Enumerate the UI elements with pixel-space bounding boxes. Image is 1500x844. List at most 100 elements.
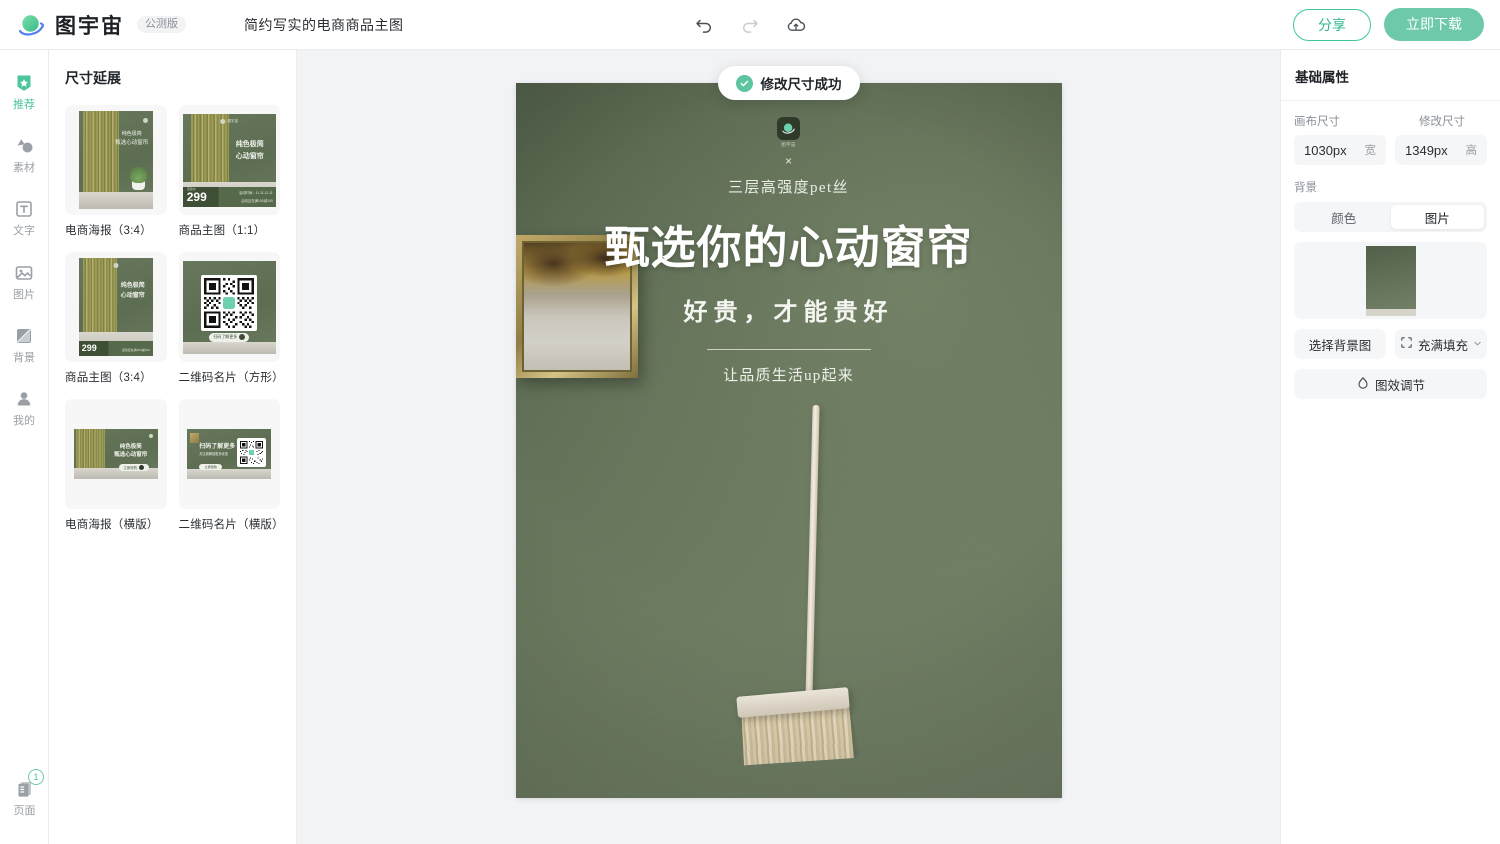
artboard-subtitle-mid[interactable]: 好贵，才能贵好 bbox=[516, 292, 1062, 327]
artboard-divider bbox=[706, 349, 871, 350]
thumb-price: 299 bbox=[81, 343, 97, 353]
pages-nav[interactable]: 1 页面 bbox=[0, 768, 49, 818]
thumb-promo: 活动且在满100减100 bbox=[241, 198, 273, 203]
fill-mode-dropdown[interactable]: 充满填充 bbox=[1395, 329, 1487, 359]
width-input[interactable]: 1030px 宽 bbox=[1294, 135, 1386, 165]
artboard-logo-badge bbox=[777, 117, 800, 140]
thumbnail-art: 扫码了解更多 关注我解锁更多优惠 立即抢购 bbox=[187, 429, 272, 479]
left-nav-rail: 推荐 素材 文字 图片 背景 我的 1 页面 bbox=[0, 50, 49, 844]
tab-color[interactable]: 颜色 bbox=[1297, 205, 1391, 229]
thumbnail-art: 扫码了解更多 bbox=[182, 260, 276, 354]
cloud-upload-icon[interactable] bbox=[785, 14, 807, 36]
user-icon bbox=[13, 388, 35, 410]
qr-code bbox=[237, 438, 267, 467]
background-actions: 选择背景图 充满填充 bbox=[1294, 329, 1487, 359]
sidebar-item-image[interactable]: 图片 bbox=[0, 262, 49, 302]
modify-size-label: 修改尺寸 bbox=[1419, 116, 1465, 128]
thumbnail-product-portrait[interactable]: 纯色极简 心动窗帘 299 活动且在满100减100 商品主图（3:4） bbox=[65, 252, 167, 385]
thumb-time: 活动时间：11.11-11.11 bbox=[238, 190, 273, 195]
share-button[interactable]: 分享 bbox=[1293, 8, 1371, 41]
choose-background-label: 选择背景图 bbox=[1308, 338, 1372, 353]
sidebar-item-background[interactable]: 背景 bbox=[0, 325, 49, 365]
height-value: 1349px bbox=[1405, 142, 1448, 158]
thumb-text-line1: 纯色极简 bbox=[120, 283, 145, 289]
sidebar-item-text[interactable]: 文字 bbox=[0, 198, 49, 238]
sidebar-item-recommend[interactable]: 推荐 bbox=[0, 72, 49, 112]
artboard-subtitle-bottom[interactable]: 让品质生活up起来 bbox=[516, 364, 1062, 385]
sidebar-item-label: 我的 bbox=[13, 414, 35, 427]
thumbnail-qr-square[interactable]: 扫码了解更多 二维码名片（方形） bbox=[178, 252, 284, 385]
artboard-cross: × bbox=[784, 154, 792, 168]
thumbnail-product-square[interactable]: 图宇宙 纯色极简 心动窗帘 299 活动价 活动时间：11.11-11.11 活… bbox=[178, 105, 280, 238]
size-labels: 画布尺寸 修改尺寸 bbox=[1294, 113, 1487, 129]
artboard-subtitle-top[interactable]: 三层高强度pet丝 bbox=[516, 176, 1062, 197]
thumbnail-preview: 纯色极简 甄选心动窗帘 bbox=[65, 105, 167, 215]
width-value: 1030px bbox=[1304, 142, 1347, 158]
thumb-scan-title: 扫码了解更多 bbox=[199, 444, 236, 450]
thumb-price: 299 bbox=[186, 189, 207, 204]
thumbnail-label: 电商海报（横版） bbox=[65, 519, 159, 531]
image-adjust-button[interactable]: 图效调节 bbox=[1294, 369, 1487, 399]
scan-cta-pill: 扫码了解更多 bbox=[209, 332, 250, 342]
arrow-icon bbox=[139, 465, 145, 470]
cta-pill: 立即抢购 bbox=[199, 464, 223, 470]
shapes-icon bbox=[13, 135, 35, 157]
qr-code bbox=[201, 274, 258, 331]
thumbnail-art: 图宇宙 纯色极简 心动窗帘 299 活动价 活动时间：11.11-11.11 活… bbox=[182, 113, 276, 207]
brand-logo-area[interactable]: 图宇宙 公测版 bbox=[0, 10, 186, 40]
beta-tag: 公测版 bbox=[137, 16, 186, 33]
thumbnail-qr-landscape[interactable]: 扫码了解更多 关注我解锁更多优惠 立即抢购 二维码名片（横版） bbox=[178, 399, 284, 532]
background-section-label: 背景 bbox=[1294, 182, 1317, 194]
redo-icon[interactable] bbox=[739, 14, 761, 36]
image-adjust-label: 图效调节 bbox=[1374, 378, 1425, 393]
thumbnail-art: 纯色极简 心动窗帘 299 活动且在满100减100 bbox=[78, 258, 153, 356]
background-preview[interactable] bbox=[1294, 242, 1487, 319]
top-bar: 图宇宙 公测版 简约写实的电商商品主图 分享 立即下载 bbox=[0, 0, 1500, 50]
background-thumbnail bbox=[1365, 245, 1416, 316]
undo-icon[interactable] bbox=[693, 14, 715, 36]
thumb-price-tag: 活动价 bbox=[186, 186, 196, 191]
cta-pill: 立即抢购 bbox=[118, 464, 149, 471]
canvas-size-label: 画布尺寸 bbox=[1294, 116, 1340, 128]
check-circle-icon bbox=[735, 74, 753, 92]
thumb-logo-text: 图宇宙 bbox=[227, 118, 239, 123]
thumb-text-line2: 心动窗帘 bbox=[120, 293, 145, 299]
background-icon bbox=[13, 325, 35, 347]
cta-text: 立即抢购 bbox=[123, 466, 138, 470]
thumbnail-poster-landscape[interactable]: 纯色极简 甄选心动窗帘 立即抢购 电商海报（横版） bbox=[65, 399, 167, 532]
thumb-text-line2: 甄选心动窗帘 bbox=[115, 140, 149, 146]
thumbnail-label: 二维码名片（方形） bbox=[178, 372, 284, 384]
size-fields: 1030px 宽 1349px 高 bbox=[1294, 135, 1487, 165]
thumbnail-poster-portrait[interactable]: 纯色极简 甄选心动窗帘 电商海报（3:4） bbox=[65, 105, 167, 238]
brand-name: 图宇宙 bbox=[55, 13, 124, 38]
planet-logo-icon bbox=[16, 10, 46, 40]
cta-text: 立即抢购 bbox=[204, 465, 217, 469]
thumb-scan-sub: 关注我解锁更多优惠 bbox=[199, 452, 228, 456]
sidebar-item-mine[interactable]: 我的 bbox=[0, 388, 49, 428]
thumbnail-label: 二维码名片（横版） bbox=[178, 519, 284, 531]
thumbnail-preview: 纯色极简 甄选心动窗帘 立即抢购 bbox=[65, 399, 167, 509]
arrow-icon bbox=[239, 334, 246, 340]
badge-star-icon bbox=[13, 72, 35, 94]
choose-background-button[interactable]: 选择背景图 bbox=[1294, 329, 1386, 359]
artboard[interactable]: 图宇宙 × 三层高强度pet丝 甄选你的心动窗帘 好贵，才能贵好 让品质生活up… bbox=[515, 83, 1062, 798]
artboard-headline[interactable]: 甄选你的心动窗帘 bbox=[516, 211, 1062, 276]
thumb-text-line1: 纯色极简 bbox=[121, 131, 142, 137]
chevron-down-icon bbox=[1473, 339, 1482, 350]
scan-cta-text: 扫码了解更多 bbox=[213, 334, 238, 339]
sidebar-item-label: 背景 bbox=[13, 351, 35, 364]
canvas-stage[interactable]: 修改尺寸成功 图宇宙 × 三层高强度pet丝 甄选你的心动窗帘 好贵，才能贵好 … bbox=[297, 50, 1280, 844]
tab-image[interactable]: 图片 bbox=[1390, 205, 1484, 229]
height-input[interactable]: 1349px 高 bbox=[1395, 135, 1487, 165]
thumb-text-line2: 甄选心动窗帘 bbox=[114, 452, 148, 458]
sidebar-item-material[interactable]: 素材 bbox=[0, 135, 49, 175]
thumbnail-label: 商品主图（3:4） bbox=[65, 372, 152, 384]
document-title[interactable]: 简约写实的电商商品主图 bbox=[244, 15, 404, 35]
properties-title: 基础属性 bbox=[1295, 70, 1349, 85]
image-icon bbox=[13, 262, 35, 284]
thumb-text-line1: 纯色极简 bbox=[119, 444, 142, 450]
artboard-logo-text: 图宇宙 bbox=[781, 142, 796, 147]
sidebar-item-label: 图片 bbox=[13, 288, 35, 301]
download-button[interactable]: 立即下载 bbox=[1384, 8, 1484, 41]
thumbnail-preview: 扫码了解更多 关注我解锁更多优惠 立即抢购 bbox=[178, 399, 280, 509]
